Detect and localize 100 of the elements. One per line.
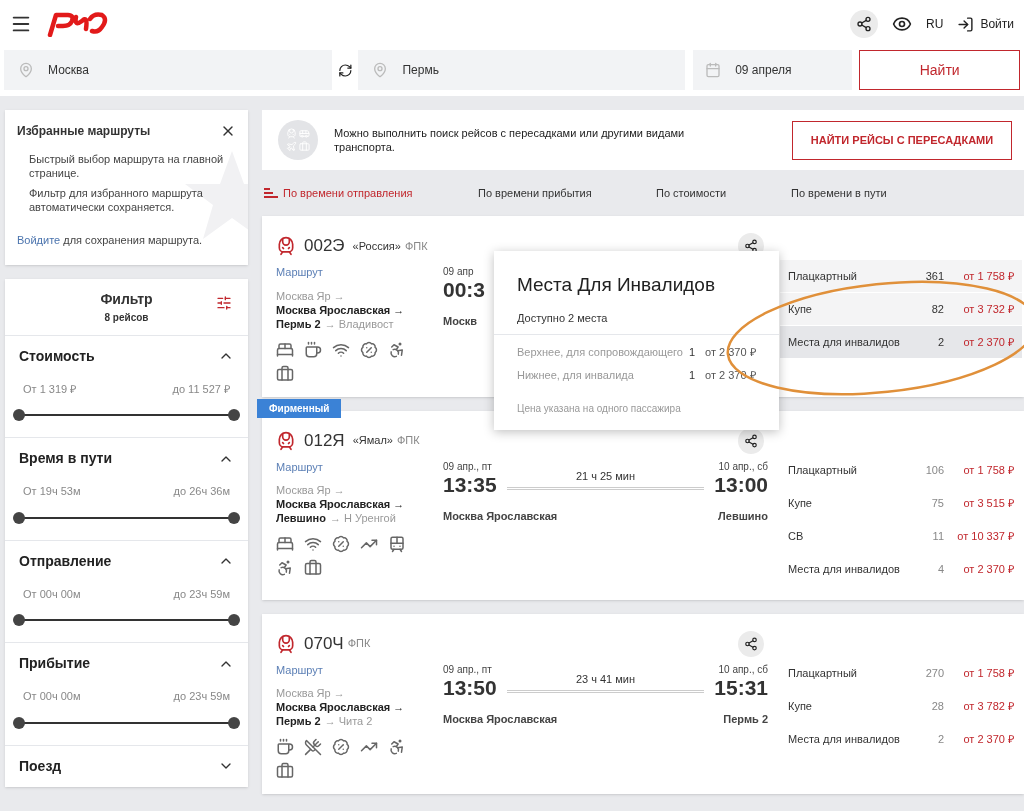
route-link[interactable]: Маршрут xyxy=(276,458,443,475)
seat-count: 1 xyxy=(689,345,697,361)
sort-tab[interactable]: По времени отправления xyxy=(264,184,478,202)
route-link[interactable]: Маршрут xyxy=(276,661,443,678)
seat-count: 1 xyxy=(689,368,697,384)
car-class-row[interactable]: Места для инвалидов 2 от 2 370 ₽ xyxy=(780,723,1022,756)
price: от 3 732 ₽ xyxy=(962,301,1014,317)
destination-field[interactable]: Пермь xyxy=(358,50,686,90)
share-button[interactable] xyxy=(850,10,879,38)
sort-tab[interactable]: По стоимости xyxy=(656,184,791,202)
slider-thumb[interactable] xyxy=(228,614,240,626)
share-icon xyxy=(856,16,873,32)
seats-count: 2 xyxy=(936,334,944,350)
popup-title: Места Для Инвалидов xyxy=(516,273,716,297)
filter-section-title[interactable]: Отправление xyxy=(19,550,112,572)
route-link[interactable]: Маршрут xyxy=(276,264,443,281)
departure-station: Москва Ярославская xyxy=(443,711,558,727)
range-max-label: до 23ч 59м xyxy=(173,586,230,602)
arrival-date: 10 апр., сб xyxy=(717,662,768,677)
origin-field[interactable]: Москва xyxy=(4,50,332,90)
range-slider[interactable] xyxy=(13,614,240,626)
percent-badge-icon xyxy=(332,535,350,553)
share-button[interactable] xyxy=(738,630,764,657)
route-arrival-station: Пермь 2 xyxy=(276,316,321,331)
range-slider[interactable] xyxy=(13,409,240,421)
percent-badge-icon xyxy=(332,738,350,756)
login-link[interactable]: Войдите xyxy=(17,234,61,246)
bed-icon xyxy=(276,340,294,359)
train-icon xyxy=(276,633,296,654)
sort-tab[interactable]: По времени в пути xyxy=(791,184,951,202)
slider-thumb[interactable] xyxy=(13,716,25,729)
car-class-row[interactable]: Купе 82 от 3 732 ₽ xyxy=(780,293,1022,325)
visibility-icon[interactable] xyxy=(892,14,913,34)
range-min-label: От 00ч 00м xyxy=(23,586,81,602)
slider-thumb[interactable] xyxy=(228,511,240,524)
field-value: Пермь xyxy=(402,62,439,79)
car-class-row[interactable]: Купе 75 от 3 515 ₽ xyxy=(780,487,1022,520)
slider-thumb[interactable] xyxy=(228,409,240,421)
car-class-row[interactable]: СВ 11 от 10 337 ₽ xyxy=(780,520,1022,553)
car-class-name: Места для инвалидов xyxy=(788,562,901,578)
car-class-row[interactable]: Купе 28 от 3 782 ₽ xyxy=(780,690,1022,723)
seats-count: 270 xyxy=(924,666,944,682)
filter-section-title[interactable]: Поезд xyxy=(19,755,62,777)
range-slider[interactable] xyxy=(13,511,240,524)
briefcase-icon xyxy=(276,364,294,383)
transfer-search-button[interactable]: НАЙТИ РЕЙСЫ С ПЕРЕСАДКАМИ xyxy=(792,120,1012,160)
calendar-icon xyxy=(705,62,722,78)
route-destination: → Владивост xyxy=(324,316,394,331)
range-min-label: От 1 319 ₽ xyxy=(23,381,77,397)
price: от 1 758 ₽ xyxy=(962,463,1014,479)
car-class-name: Места для инвалидов xyxy=(788,334,901,350)
filter-section-title[interactable]: Время в пути xyxy=(19,448,113,469)
carrier-name: ФПК xyxy=(347,636,371,652)
transfer-info-text: Можно выполнить поиск рейсов с пересадками или другими видами транспорта. xyxy=(334,126,686,154)
filter-settings-icon[interactable] xyxy=(216,294,232,311)
slider-thumb[interactable] xyxy=(13,614,25,626)
percent-badge-icon xyxy=(360,340,378,359)
login-icon xyxy=(957,15,975,33)
location-pin-icon xyxy=(18,62,34,78)
login-button[interactable]: Войти xyxy=(957,15,1014,33)
seats-count: 4 xyxy=(936,562,944,578)
seat-price: от 2 370 ₽ xyxy=(705,345,756,361)
filter-section-title[interactable]: Стоимость xyxy=(19,345,95,367)
train-icon xyxy=(276,236,296,256)
car-class-row[interactable]: Места для инвалидов 2 от 2 370 ₽ xyxy=(780,326,1022,358)
route-origin: Москва Яр → xyxy=(276,483,346,497)
range-slider[interactable] xyxy=(13,716,240,729)
car-class-name: Плацкартный xyxy=(788,463,858,479)
car-class-name: Купе xyxy=(788,301,813,317)
route-departure-station: Москва Ярославская → xyxy=(276,302,406,317)
share-icon xyxy=(744,636,758,651)
seats-count: 106 xyxy=(924,463,944,479)
bed-icon xyxy=(276,535,294,553)
departure-station: Москва Ярославская xyxy=(443,508,558,524)
filter-section-title[interactable]: Прибытие xyxy=(19,653,91,674)
range-max-label: до 23ч 59м xyxy=(173,689,230,704)
departure-time: 13:35 xyxy=(443,473,497,496)
route-origin: Москва Яр → xyxy=(276,686,346,700)
price: от 1 758 ₽ xyxy=(962,268,1014,284)
arrival-date: 10 апр., сб xyxy=(717,459,768,474)
car-class-row[interactable]: Места для инвалидов 4 от 2 370 ₽ xyxy=(780,553,1022,586)
carrier-name: ФПК xyxy=(404,238,428,254)
car-class-row[interactable]: Плацкартный 270 от 1 758 ₽ xyxy=(780,657,1022,690)
slider-thumb[interactable] xyxy=(13,511,25,524)
logo[interactable] xyxy=(46,11,110,37)
slider-thumb[interactable] xyxy=(13,409,25,421)
date-field[interactable]: 09 апреля xyxy=(693,50,853,90)
sort-tab[interactable]: По времени прибытия xyxy=(478,184,656,202)
car-class-row[interactable]: Плацкартный 106 от 1 758 ₽ xyxy=(780,454,1022,487)
price: от 3 515 ₽ xyxy=(962,496,1014,512)
favorites-title: Избранные маршруты xyxy=(17,123,151,140)
car-class-row[interactable]: Плацкартный 361 от 1 758 ₽ xyxy=(780,260,1022,292)
arrival-station: Пермь 2 xyxy=(723,711,768,727)
search-button[interactable]: Найти xyxy=(859,50,1020,90)
price: от 10 337 ₽ xyxy=(956,529,1014,545)
transport-icon xyxy=(278,120,318,160)
language-button[interactable]: RU xyxy=(926,15,944,33)
slider-thumb[interactable] xyxy=(228,716,240,729)
swap-icon[interactable] xyxy=(337,62,353,78)
price: от 3 782 ₽ xyxy=(962,699,1014,715)
